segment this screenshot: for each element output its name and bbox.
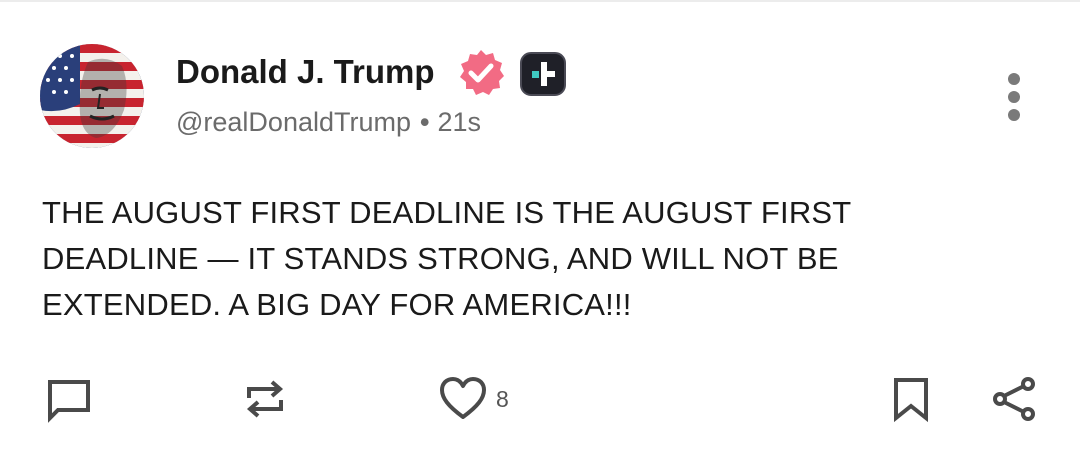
comment-icon xyxy=(48,380,90,423)
share-button[interactable] xyxy=(990,372,1040,426)
vertical-ellipsis-icon xyxy=(1008,73,1020,121)
truth-plus-badge-icon xyxy=(520,52,566,96)
handle-line: @realDonaldTrump • 21s xyxy=(176,104,481,140)
avatar[interactable] xyxy=(40,44,144,148)
repost-icon xyxy=(246,380,284,418)
like-button[interactable]: 8 xyxy=(438,372,509,426)
timestamp[interactable]: 21s xyxy=(437,107,481,137)
separator-dot: • xyxy=(420,107,430,137)
verified-badge-icon xyxy=(460,50,504,95)
more-options-button[interactable] xyxy=(994,70,1034,124)
avatar-flag-portrait-image xyxy=(40,44,144,148)
like-count: 8 xyxy=(496,385,509,412)
share-icon xyxy=(993,377,1035,421)
post-card: Donald J. Trump @realDonaldTrump • 21s THE… xyxy=(0,0,1080,469)
bookmark-icon xyxy=(894,378,928,423)
reply-button[interactable] xyxy=(44,372,94,426)
bookmark-button[interactable] xyxy=(886,372,936,426)
post-text: THE AUGUST FIRST DEADLINE IS THE AUGUST … xyxy=(42,195,851,322)
heart-icon xyxy=(440,377,486,419)
display-name[interactable]: Donald J. Trump xyxy=(176,52,435,92)
handle[interactable]: @realDonaldTrump xyxy=(176,107,411,137)
repost-button[interactable] xyxy=(240,372,290,426)
